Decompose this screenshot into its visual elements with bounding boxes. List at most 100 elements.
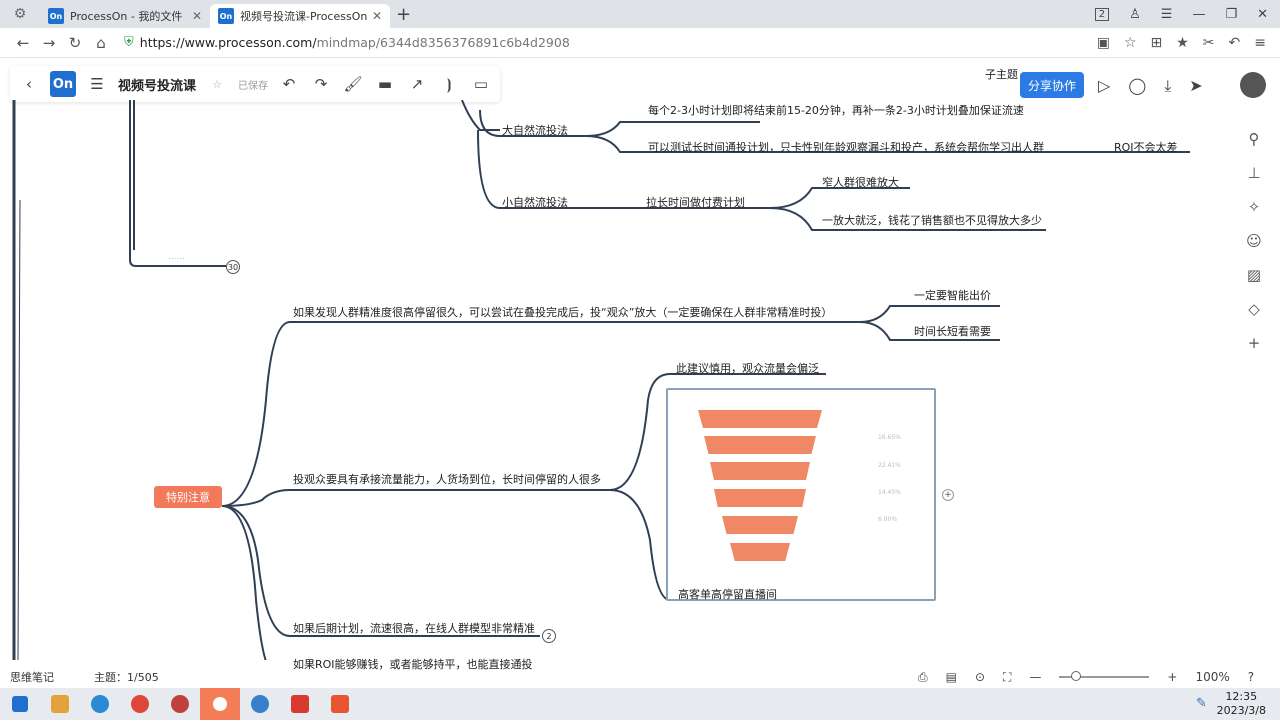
node-small-child[interactable]: 拉长时间做付费计划 — [646, 194, 745, 210]
zoom-level: 100% — [1195, 670, 1230, 684]
image-caption[interactable]: 高客单高停留直播间 — [678, 586, 777, 602]
pdf-icon[interactable] — [320, 688, 360, 720]
node-big-natural[interactable]: 大自然流投法 — [502, 122, 568, 138]
summary-icon[interactable]: ⦘ — [438, 75, 460, 93]
notes-toggle[interactable]: 思维笔记 — [10, 669, 54, 685]
shirt-icon[interactable]: ♙ — [1129, 7, 1141, 22]
address-bar: ← → ↻ ⌂ ⛨ https://www.processon.com/mind… — [0, 28, 1280, 58]
help-icon[interactable]: ? — [1248, 670, 1254, 684]
zoom-slider[interactable] — [1059, 671, 1150, 681]
node-branch-1[interactable]: 如果发现人群精准度很高停留很久，可以尝试在叠投完成后，投“观众”放大（一定要确保… — [293, 304, 832, 320]
forward-icon[interactable]: → — [36, 34, 62, 52]
favorites-icon[interactable]: ★ — [1176, 35, 1189, 51]
present-icon[interactable]: ▷ — [1098, 76, 1110, 96]
node-branch-2-leaf-1[interactable]: 此建议慎用，观众流量会偏泛 — [676, 360, 819, 376]
node-branch-1-leaf-1[interactable]: 一定要智能出价 — [914, 287, 991, 303]
back-icon[interactable]: ← — [10, 34, 36, 52]
apps-icon[interactable]: ⊞ — [1151, 35, 1163, 51]
scissors-icon[interactable]: ✂ — [1203, 35, 1215, 51]
node-big-child-2[interactable]: 可以测试长时间通投计划，只卡性别年龄观察漏斗和投产，系统会帮你学习出人群 — [648, 139, 1044, 155]
collapsed-count-badge[interactable]: 30 — [226, 260, 240, 274]
tray-pen-icon[interactable]: ✎ — [1196, 696, 1207, 711]
top-right-node[interactable]: 子主题 — [985, 66, 1018, 82]
url-field[interactable]: ⛨ https://www.processon.com/mindmap/6344… — [124, 35, 570, 50]
node-branch-3[interactable]: 如果后期计划，流速很高，在线人群模型非常精准 — [293, 620, 535, 636]
home-icon[interactable]: ⌂ — [88, 34, 114, 52]
minimize-icon[interactable]: — — [1192, 7, 1205, 22]
zoom-slider-knob[interactable] — [1071, 671, 1082, 681]
close-tab-icon[interactable]: ✕ — [192, 9, 202, 23]
funnel-segment — [698, 410, 822, 428]
collapsed-count-badge[interactable]: 2 — [542, 629, 556, 643]
clock-time: 12:35 — [1225, 690, 1258, 703]
zoom-out-icon[interactable]: — — [1029, 670, 1041, 684]
format-painter-icon[interactable]: 🖌 — [342, 75, 364, 93]
emoji-icon[interactable]: ☺ — [1246, 232, 1262, 250]
wps-icon[interactable] — [280, 688, 320, 720]
outline-icon[interactable]: ▤ — [946, 670, 957, 684]
menu-icon[interactable]: ☰ — [1161, 7, 1173, 22]
frame-icon[interactable]: ▭ — [470, 75, 492, 93]
download-icon[interactable]: ⤓ — [1164, 76, 1171, 96]
funnel-image-node[interactable]: 16.65% 22.41% 14.45% 6.00% 高客单高停留直播间 — [666, 388, 936, 601]
active-app-icon[interactable] — [200, 688, 240, 720]
back-to-files-icon[interactable]: ‹ — [18, 75, 40, 93]
node-big-child-1[interactable]: 每个2-3小时计划即将结束前15-20分钟，再补一条2-3小时计划叠加保证流速 — [648, 102, 1024, 118]
edge-icon[interactable] — [80, 688, 120, 720]
comment-icon[interactable]: ◯ — [1128, 76, 1146, 96]
add-icon[interactable]: + — [1248, 334, 1261, 352]
node-special-attention[interactable]: 特别注意 — [154, 486, 222, 508]
close-window-icon[interactable]: ✕ — [1257, 7, 1268, 22]
more-icon[interactable]: ≡ — [1254, 35, 1266, 51]
node-roi-note[interactable]: ROI不会太差 — [1114, 139, 1178, 155]
node-small-leaf-1[interactable]: 窄人群很难放大 — [822, 174, 899, 190]
redo-icon[interactable]: ↷ — [310, 75, 332, 93]
mindmap-canvas[interactable]: 大自然流投法 每个2-3小时计划即将结束前15-20分钟，再补一条2-3小时计划… — [0, 100, 1236, 671]
star-icon[interactable]: ☆ — [1124, 35, 1137, 51]
topic-count: 主题：1/505 — [94, 671, 159, 684]
processon-logo[interactable]: On — [50, 71, 76, 97]
structure-icon[interactable]: ⚲ — [1249, 130, 1260, 148]
connector-icon[interactable]: ↗ — [406, 75, 428, 93]
tag-icon[interactable]: ◇ — [1248, 300, 1260, 318]
faint-node-label[interactable]: ...... — [168, 252, 185, 262]
close-tab-icon[interactable]: ✕ — [372, 9, 382, 23]
browser-tab-2[interactable]: On 视频号投流课-ProcessOn ✕ — [210, 4, 390, 28]
clock[interactable]: 12:35 2023/3/8 — [1217, 690, 1266, 718]
undo-icon[interactable]: ↶ — [1229, 35, 1241, 51]
document-title[interactable]: 视频号投流课 — [118, 75, 196, 94]
menu-icon[interactable]: ☰ — [86, 75, 108, 93]
maximize-icon[interactable]: ❐ — [1225, 7, 1237, 22]
theme-icon[interactable]: ✧ — [1248, 198, 1261, 216]
shield-icon: ⛨ — [124, 35, 134, 50]
avatar[interactable] — [1240, 72, 1266, 98]
mindmap-links — [12, 100, 1190, 660]
new-tab-button[interactable]: + — [396, 4, 411, 25]
node-small-leaf-2[interactable]: 一放大就泛，钱花了销售额也不见得放大多少 — [822, 212, 1042, 228]
send-icon[interactable]: ➤ — [1189, 76, 1202, 96]
clipboard-icon[interactable]: ▣ — [1097, 35, 1110, 51]
fullscreen-icon[interactable]: ⛶ — [1003, 670, 1011, 685]
undo-icon[interactable]: ↶ — [278, 75, 300, 93]
fit-icon[interactable]: ⎙ — [918, 670, 928, 685]
chrome-icon[interactable] — [120, 688, 160, 720]
start-icon[interactable] — [0, 688, 40, 720]
expand-plus-icon[interactable]: + — [942, 489, 954, 501]
star-icon[interactable]: ☆ — [206, 78, 228, 91]
layout-tree-icon[interactable]: ⊥ — [1247, 164, 1260, 182]
browser-menu-icon[interactable]: ⚙ — [0, 6, 40, 22]
browser-tab-1[interactable]: On ProcessOn - 我的文件 ✕ — [40, 4, 210, 28]
image-icon[interactable]: ▨ — [1247, 266, 1261, 284]
node-branch-2[interactable]: 投观众要具有承接流量能力，人货场到位，长时间停留的人很多 — [293, 471, 601, 487]
locate-icon[interactable]: ⊙ — [975, 670, 985, 684]
window-count-badge[interactable]: 2 — [1094, 7, 1110, 21]
insert-topic-icon[interactable]: ▬ — [374, 75, 396, 93]
chat-icon[interactable] — [240, 688, 280, 720]
zoom-in-icon[interactable]: + — [1167, 670, 1177, 684]
node-small-natural[interactable]: 小自然流投法 — [502, 194, 568, 210]
reload-icon[interactable]: ↻ — [62, 34, 88, 52]
browser-app-icon[interactable] — [160, 688, 200, 720]
explorer-icon[interactable] — [40, 688, 80, 720]
node-branch-1-leaf-2[interactable]: 时间长短看需要 — [914, 323, 991, 339]
share-button[interactable]: 分享协作 — [1020, 72, 1084, 98]
